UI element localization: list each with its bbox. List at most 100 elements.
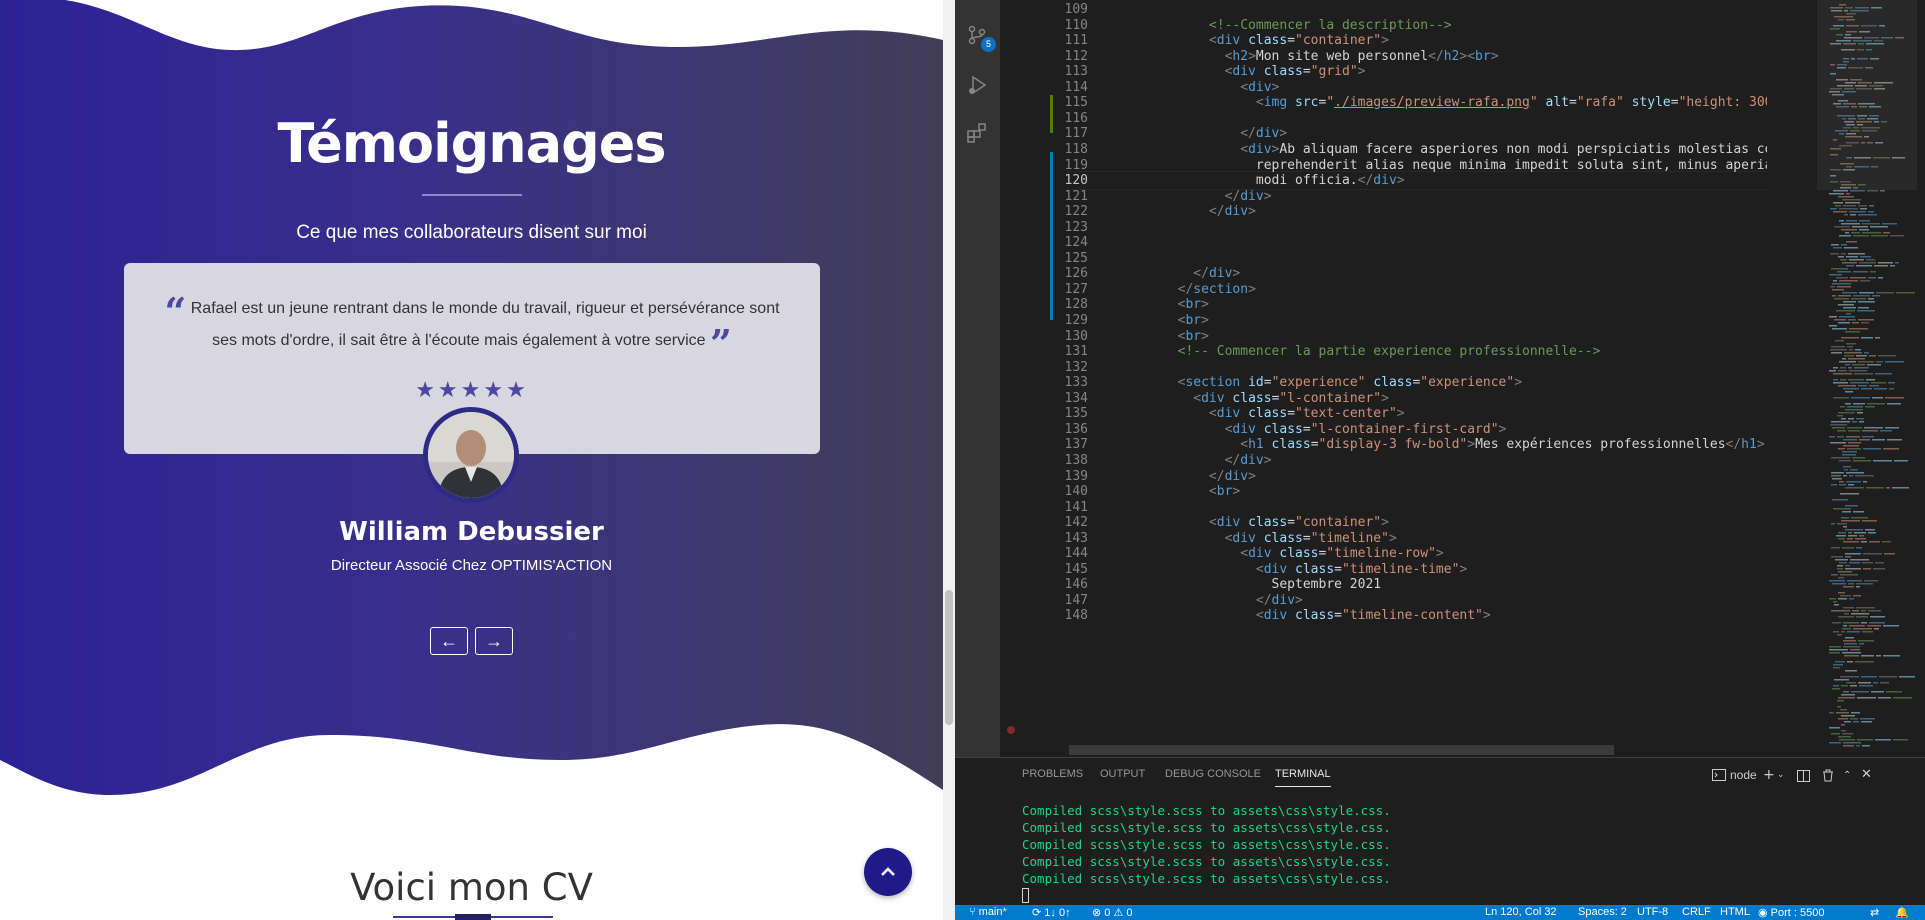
code-editor[interactable]: <!--Commencer la description--> <div cla…	[1115, 0, 1767, 757]
run-debug-icon[interactable]	[962, 70, 992, 100]
next-testimonial-button[interactable]: →	[475, 627, 513, 655]
terminal-output[interactable]: Compiled scss\style.scss to assets\css\s…	[1022, 802, 1391, 887]
page-scrollbar[interactable]	[943, 0, 955, 920]
minimap-stroke	[1886, 487, 1890, 489]
source-control-icon[interactable]: 5	[962, 20, 996, 52]
minimap-stroke	[1848, 583, 1854, 585]
minimap-stroke	[1855, 538, 1866, 540]
minimap-stroke	[1865, 406, 1875, 408]
trash-icon[interactable]	[1822, 769, 1834, 782]
minimap-stroke	[1831, 457, 1850, 459]
minimap-stroke	[1829, 325, 1837, 327]
new-terminal-icon[interactable]: +	[1763, 767, 1775, 783]
minimap-stroke	[1832, 427, 1845, 429]
minimap-stroke	[1875, 562, 1884, 564]
minimap-stroke	[1833, 280, 1837, 282]
terminal-name[interactable]: node	[1730, 768, 1757, 782]
minimap-stroke	[1841, 631, 1845, 633]
notifications-icon[interactable]: 🔔	[1895, 906, 1909, 919]
minimap-stroke	[1872, 295, 1880, 297]
minimap-stroke	[1837, 568, 1843, 570]
tab-output[interactable]: OUTPUT	[1100, 768, 1145, 780]
problems-status[interactable]: ⊗ 0 ⚠ 0	[1092, 906, 1132, 919]
terminal-line: Compiled scss\style.scss to assets\css\s…	[1022, 820, 1391, 835]
tab-debug-console[interactable]: DEBUG CONSOLE	[1165, 768, 1261, 780]
minimap-stroke	[1829, 370, 1836, 372]
minimap-stroke	[1840, 709, 1847, 711]
minimap-stroke	[1843, 691, 1849, 693]
minimap-stroke	[1841, 517, 1849, 519]
testimonial-quote: “ Rafael est un jeune rentrant dans le m…	[150, 293, 794, 363]
language-status[interactable]: HTML	[1720, 906, 1750, 918]
extensions-icon[interactable]	[962, 118, 992, 148]
indentation-status[interactable]: Spaces: 2	[1578, 906, 1627, 918]
minimap-stroke	[1856, 583, 1873, 585]
tab-problems[interactable]: PROBLEMS	[1022, 768, 1083, 780]
minimap-stroke	[1883, 448, 1899, 450]
minimap-stroke	[1845, 556, 1851, 558]
split-terminal-icon[interactable]	[1797, 770, 1810, 782]
minimap-stroke	[1859, 421, 1864, 423]
minimap-stroke	[1853, 403, 1865, 405]
minimap-stroke	[1848, 358, 1865, 360]
minimap[interactable]	[1817, 0, 1917, 757]
prev-testimonial-button[interactable]: ←	[430, 627, 468, 655]
minimap-stroke	[1847, 427, 1862, 429]
minimap-stroke	[1857, 412, 1863, 414]
cursor-position[interactable]: Ln 120, Col 32	[1485, 906, 1557, 918]
minimap-stroke	[1844, 355, 1854, 357]
minimap-slider[interactable]	[1817, 0, 1917, 190]
minimap-stroke	[1887, 439, 1902, 441]
minimap-stroke	[1837, 436, 1844, 438]
sync-counts: 1↓ 0↑	[1044, 907, 1071, 919]
minimap-stroke	[1852, 457, 1865, 459]
minimap-stroke	[1893, 739, 1908, 741]
minimap-stroke	[1833, 631, 1839, 633]
feedback-icon[interactable]: ⇄	[1870, 906, 1879, 919]
minimap-stroke	[1856, 607, 1875, 609]
minimap-stroke	[1839, 235, 1851, 237]
minimap-stroke	[1832, 499, 1848, 501]
minimap-stroke	[1880, 190, 1885, 192]
close-panel-icon[interactable]: ✕	[1861, 767, 1872, 782]
terminal-line: Compiled scss\style.scss to assets\css\s…	[1022, 837, 1391, 852]
branch-status[interactable]: ⑂ main*	[969, 906, 1007, 918]
editor-horizontal-scrollbar[interactable]	[1069, 745, 1614, 755]
terminal-line: Compiled scss\style.scss to assets\css\s…	[1022, 871, 1391, 886]
eol-status[interactable]: CRLF	[1682, 906, 1711, 918]
minimap-stroke	[1848, 442, 1861, 444]
minimap-stroke	[1853, 235, 1869, 237]
terminal-dropdown-icon[interactable]: ⌄	[1777, 770, 1785, 780]
live-server-port[interactable]: ◉ Port : 5500	[1758, 906, 1824, 919]
minimap-stroke	[1883, 655, 1900, 657]
breakpoint-marker[interactable]	[1007, 726, 1015, 734]
minimap-stroke	[1843, 607, 1854, 609]
minimap-stroke	[1837, 700, 1844, 702]
minimap-stroke	[1842, 262, 1857, 264]
minimap-stroke	[1858, 307, 1869, 309]
encoding-status[interactable]: UTF-8	[1637, 906, 1668, 918]
minimap-stroke	[1838, 598, 1847, 600]
git-added-marker	[1050, 95, 1053, 133]
minimap-stroke	[1845, 553, 1861, 555]
minimap-stroke	[1868, 532, 1876, 534]
minimap-stroke	[1846, 220, 1857, 222]
minimap-stroke	[1829, 727, 1840, 729]
minimap-stroke	[1871, 691, 1884, 693]
minimap-stroke	[1841, 730, 1846, 732]
minimap-stroke	[1852, 421, 1857, 423]
minimap-stroke	[1856, 547, 1862, 549]
page-scroll-thumb[interactable]	[945, 590, 953, 725]
minimap-stroke	[1853, 628, 1872, 630]
minimap-stroke	[1883, 625, 1899, 627]
minimap-stroke	[1861, 721, 1872, 723]
minimap-stroke	[1872, 439, 1885, 441]
minimap-stroke	[1867, 625, 1881, 627]
minimap-stroke	[1838, 577, 1844, 579]
sync-status[interactable]: ⟳ 1↓ 0↑	[1032, 906, 1071, 919]
maximize-panel-icon[interactable]: ⌃	[1843, 770, 1851, 781]
minimap-stroke	[1842, 511, 1851, 513]
back-to-top-button[interactable]	[864, 848, 912, 896]
minimap-stroke	[1843, 466, 1851, 468]
tab-terminal[interactable]: TERMINAL	[1275, 768, 1331, 787]
